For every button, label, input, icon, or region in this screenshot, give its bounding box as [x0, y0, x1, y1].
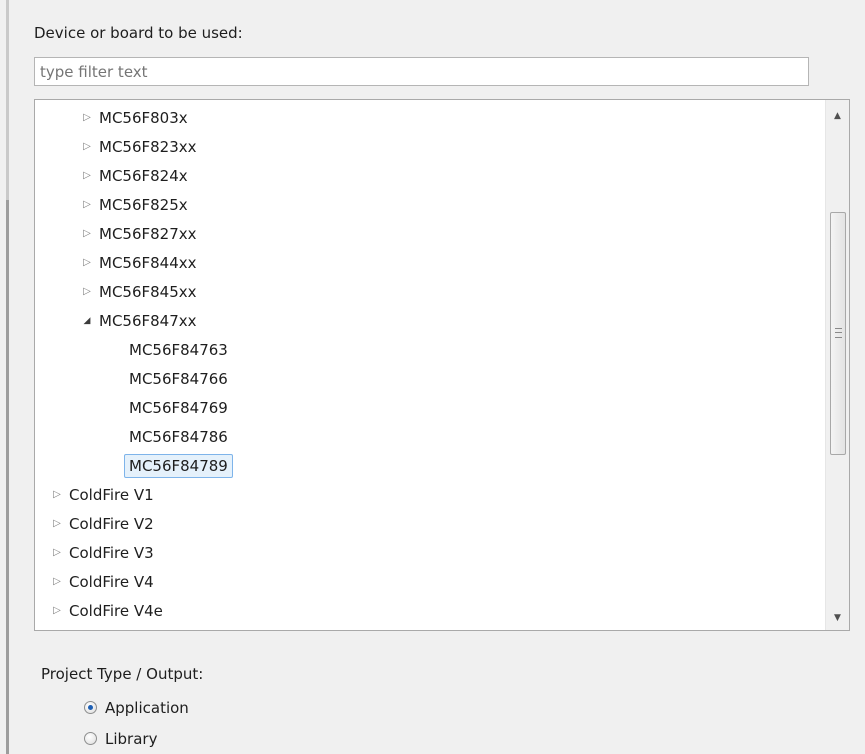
- triangle-right-icon[interactable]: ▷: [81, 280, 93, 304]
- tree-item-label: MC56F84769: [129, 399, 228, 417]
- tree-item-label: ColdFire V2: [69, 515, 154, 533]
- tree-item-label: ColdFire V4: [69, 573, 154, 591]
- device-tree[interactable]: ▷ MC56F803x ▷ MC56F823xx ▷ MC56F824x ▷ MC56F825…: [34, 99, 850, 631]
- triangle-right-icon[interactable]: ▷: [81, 106, 93, 130]
- device-section-label: Device or board to be used:: [34, 24, 243, 42]
- scroll-down-arrow-icon[interactable]: ▼: [826, 608, 849, 628]
- radio-button-icon[interactable]: [84, 701, 97, 714]
- grip-icon: [835, 328, 842, 338]
- triangle-right-icon[interactable]: ▷: [51, 570, 63, 594]
- tree-item-label: MC56F845xx: [99, 283, 197, 301]
- splitter-bar-bottom: [6, 200, 9, 754]
- tree-item-label: ColdFire V4e: [69, 602, 163, 620]
- triangle-right-icon[interactable]: ▷: [51, 483, 63, 507]
- tree-item-label: MC56F825x: [99, 196, 188, 214]
- tree-item-label: MC56F84766: [129, 370, 228, 388]
- tree-item-label: MC56F827xx: [99, 225, 197, 243]
- splitter-bar-top: [6, 0, 9, 200]
- tree-item-label: MC56F84786: [129, 428, 228, 446]
- triangle-right-icon[interactable]: ▷: [81, 251, 93, 275]
- scrollbar-thumb[interactable]: [830, 212, 846, 455]
- radio-library-label: Library: [105, 730, 158, 748]
- device-filter-input[interactable]: [34, 57, 809, 86]
- tree-item-label: MC56F803x: [99, 109, 188, 127]
- radio-application-label: Application: [105, 699, 189, 717]
- left-splitter[interactable]: [0, 0, 14, 754]
- tree-item-label: MC56F823xx: [99, 138, 197, 156]
- tree-item-label: MC56F84763: [129, 341, 228, 359]
- triangle-right-icon[interactable]: ▷: [81, 222, 93, 246]
- triangle-right-icon[interactable]: ▷: [51, 512, 63, 536]
- tree-item-label: ColdFire V3: [69, 544, 154, 562]
- tree-item-label: MC56F844xx: [99, 254, 197, 272]
- project-type-label: Project Type / Output:: [41, 665, 204, 683]
- tree-item-label: MC56F84789: [124, 454, 233, 478]
- tree-item-label: MC56F847xx: [99, 312, 197, 330]
- scroll-up-arrow-icon[interactable]: ▲: [826, 106, 849, 126]
- triangle-down-icon[interactable]: ◢: [81, 309, 93, 333]
- tree-item-label: ColdFire V1: [69, 486, 154, 504]
- triangle-right-icon[interactable]: ▷: [81, 193, 93, 217]
- triangle-right-icon[interactable]: ▷: [51, 599, 63, 623]
- tree-item-label: MC56F824x: [99, 167, 188, 185]
- device-tree-scrollbar[interactable]: ▲ ▼: [825, 100, 849, 630]
- triangle-right-icon[interactable]: ▷: [81, 135, 93, 159]
- triangle-right-icon[interactable]: ▷: [81, 164, 93, 188]
- radio-button-icon[interactable]: [84, 732, 97, 745]
- triangle-right-icon[interactable]: ▷: [51, 541, 63, 565]
